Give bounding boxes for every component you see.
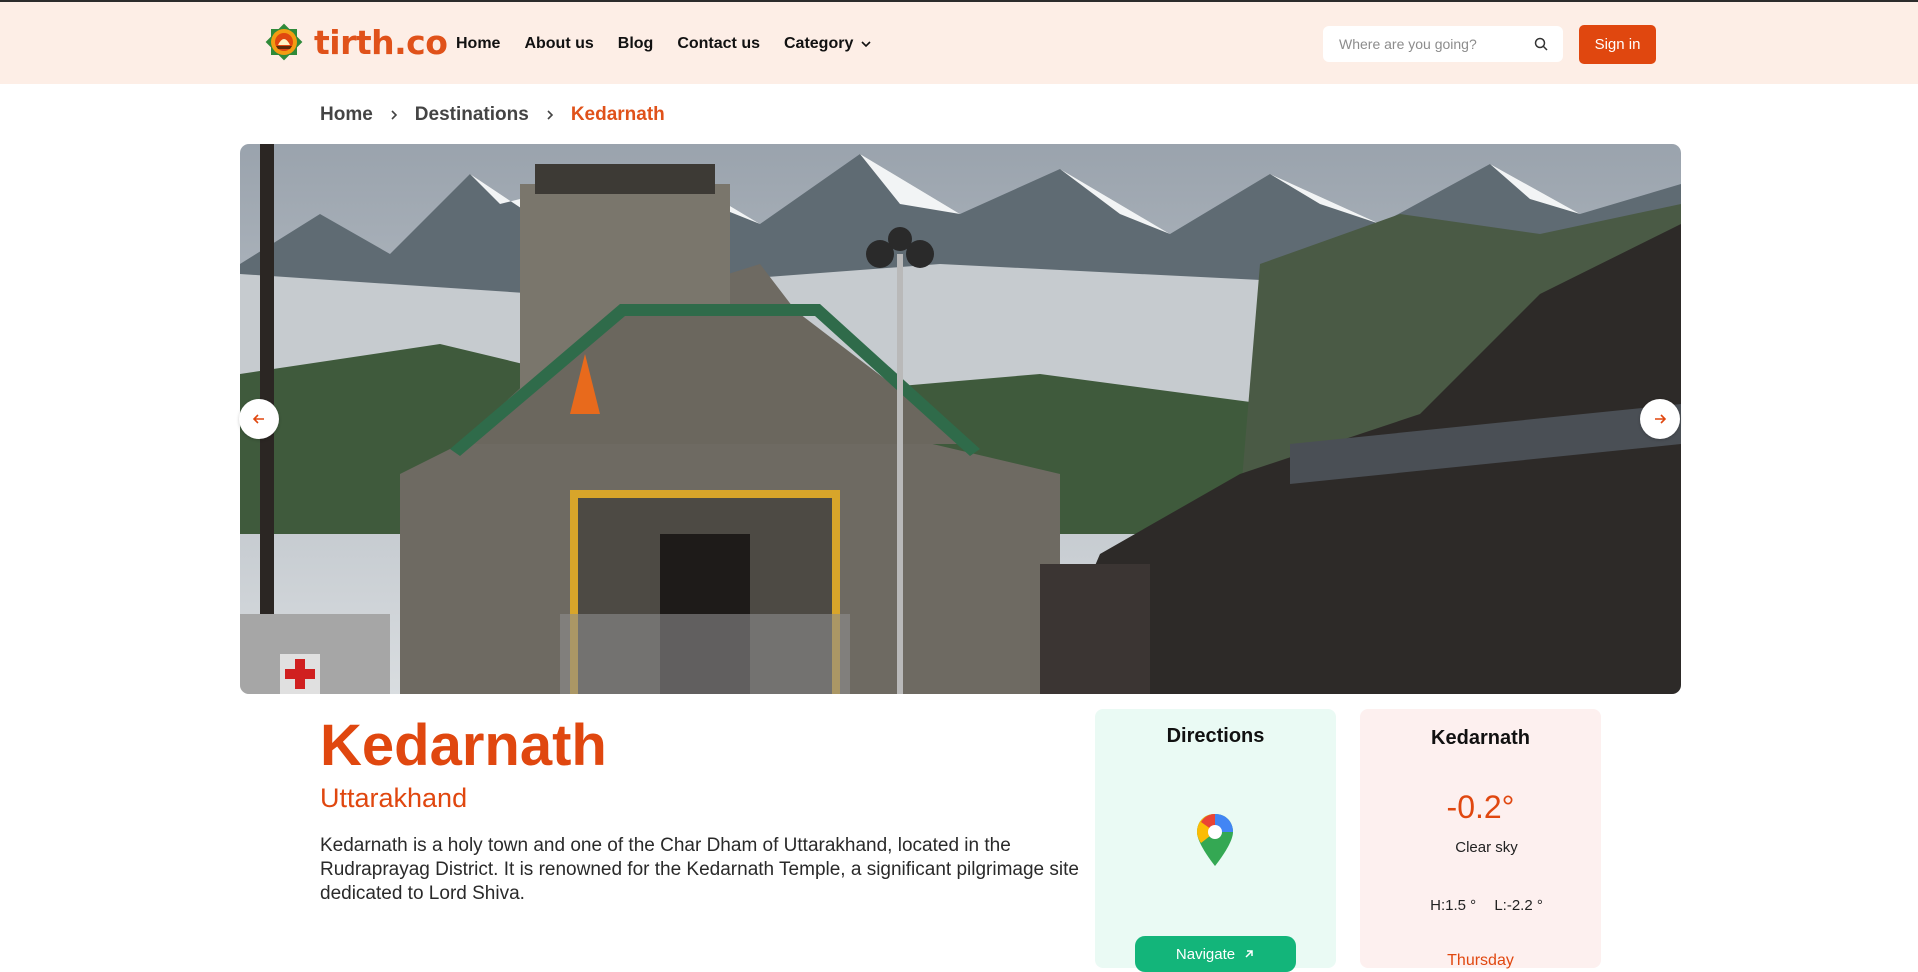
- chevron-right-icon: [547, 110, 553, 120]
- nav-blog[interactable]: Blog: [618, 35, 654, 53]
- nav-category-dropdown[interactable]: Category: [784, 35, 871, 53]
- nav-contact-us[interactable]: Contact us: [677, 35, 760, 53]
- logo[interactable]: tirth.co: [262, 20, 448, 64]
- site-header: tirth.co Home About us Blog Contact us C…: [0, 2, 1918, 84]
- weather-high-low: H:1.5 ° L:-2.2 °: [1360, 897, 1601, 914]
- nav-home[interactable]: Home: [456, 35, 500, 53]
- search-icon[interactable]: [1533, 36, 1549, 52]
- breadcrumb-destinations[interactable]: Destinations: [415, 104, 529, 126]
- map-pin-icon: [1197, 814, 1233, 866]
- place-description: Kedarnath is a holy town and one of the …: [320, 835, 1079, 904]
- breadcrumb-current: Kedarnath: [570, 104, 665, 125]
- search-box: [1323, 26, 1563, 62]
- arrow-left-icon: [252, 414, 264, 424]
- chevron-right-icon: [391, 110, 397, 120]
- hero-image: [240, 144, 1681, 694]
- search-input[interactable]: [1323, 35, 1531, 53]
- breadcrumb: Home Destinations Kedarnath: [320, 104, 665, 126]
- arrow-right-icon: [1655, 414, 1667, 424]
- nav-category-label: Category: [784, 35, 854, 52]
- weather-card: Kedarnath -0.2° Clear sky H:1.5 ° L:-2.2…: [1360, 709, 1601, 969]
- carousel-next-button[interactable]: [1640, 399, 1680, 439]
- directions-title: Directions: [1166, 725, 1265, 747]
- weather-location: Kedarnath: [1431, 727, 1530, 749]
- weather-day: Thursday: [1447, 952, 1514, 969]
- state-subtitle: Uttarakhand: [320, 783, 468, 813]
- navigate-button[interactable]: Navigate: [1135, 936, 1296, 972]
- page-title: Kedarnath: [320, 713, 607, 778]
- weather-condition: Clear sky: [1455, 839, 1518, 856]
- weather-high: H:1.5 °: [1430, 897, 1477, 914]
- weather-low: L:-2.2 °: [1494, 897, 1543, 914]
- external-arrow-icon: [1245, 950, 1253, 958]
- directions-card: Directions Navigate: [1095, 709, 1336, 972]
- breadcrumb-home[interactable]: Home: [320, 104, 373, 126]
- navigate-label: Navigate: [1175, 945, 1236, 963]
- carousel-prev-button[interactable]: [239, 399, 279, 439]
- sign-in-button[interactable]: Sign in: [1579, 25, 1656, 64]
- weather-temperature: -0.2°: [1446, 789, 1515, 825]
- lotus-logo-icon: [265, 23, 303, 61]
- logo-text: tirth.co: [314, 22, 448, 62]
- kedarnath-temple-image: [240, 144, 1681, 694]
- main-nav: Home About us Blog Contact us Category: [456, 35, 895, 53]
- chevron-down-icon: [861, 41, 871, 48]
- nav-about-us[interactable]: About us: [524, 35, 593, 53]
